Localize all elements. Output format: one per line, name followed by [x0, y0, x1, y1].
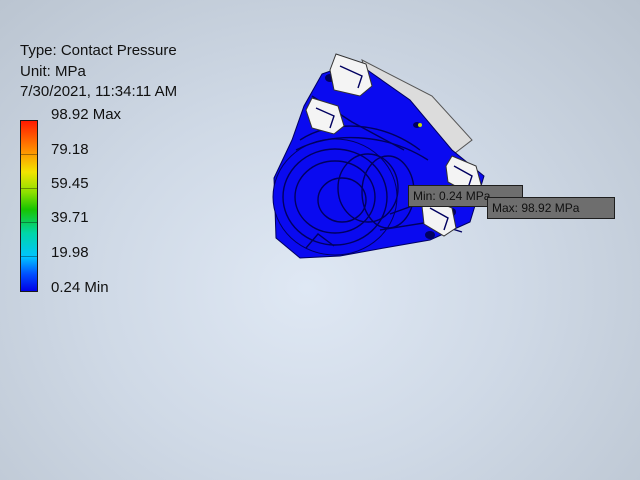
max-value-probe[interactable]: Max: 98.92 MPa [487, 197, 615, 219]
analysis-model-viewport[interactable] [0, 0, 640, 480]
max-probe-marker [418, 123, 422, 127]
clamp-tab [329, 53, 373, 97]
